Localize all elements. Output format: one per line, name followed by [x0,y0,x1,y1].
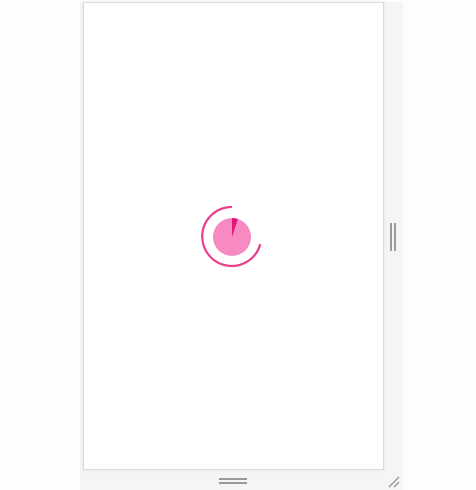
loading-spinner-icon [201,205,262,268]
vertical-grip-icon [390,223,392,251]
horizontal-grip-icon [219,482,247,484]
resize-handle-bottom[interactable] [219,477,247,485]
resize-corner-icon[interactable] [385,473,401,489]
resizable-frame [0,0,476,490]
vertical-grip-icon [394,223,396,251]
resize-handle-right[interactable] [389,223,397,251]
horizontal-grip-icon [219,478,247,480]
